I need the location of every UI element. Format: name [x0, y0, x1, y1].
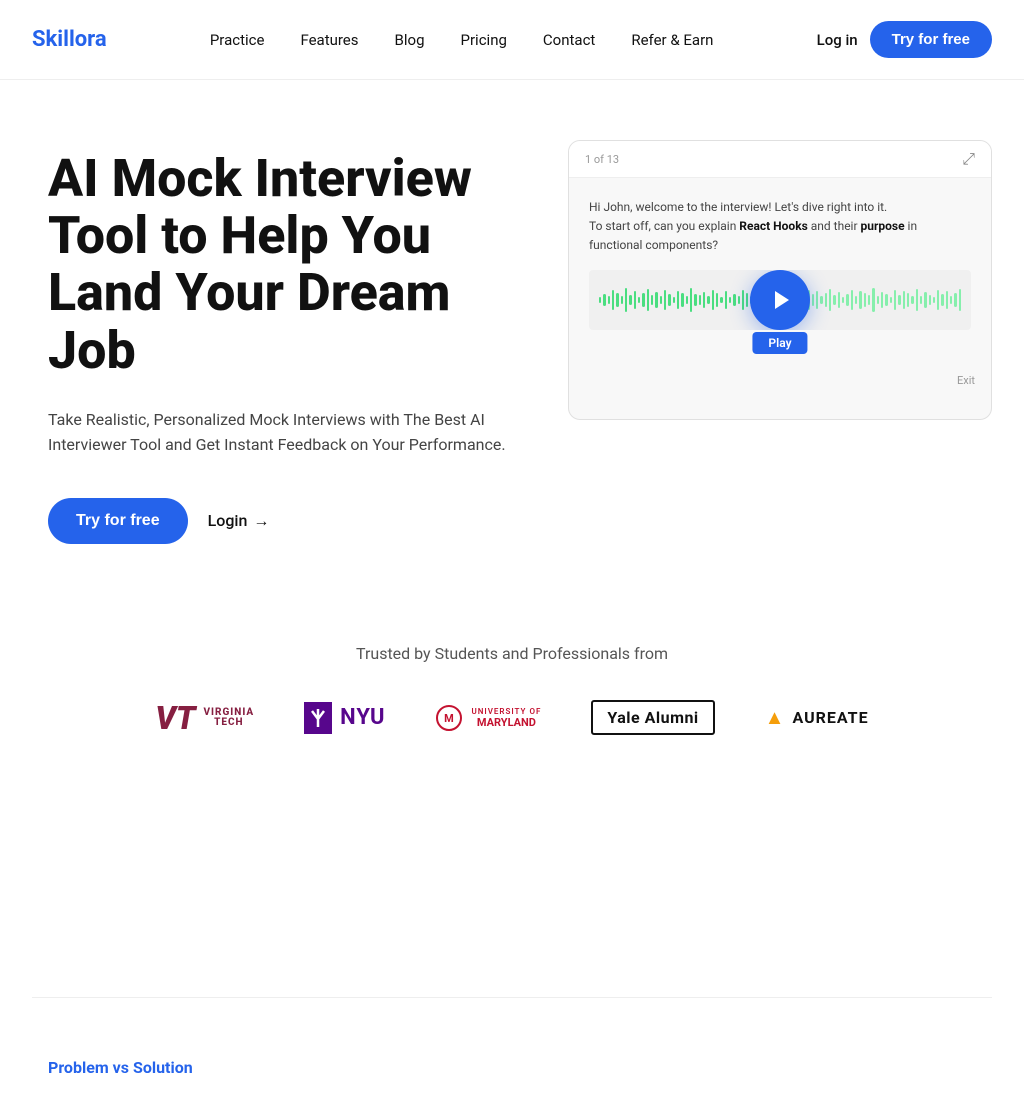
hero-left: AI Mock Interview Tool to Help You Land … [48, 140, 528, 544]
nyu-icon [304, 702, 332, 734]
trusted-section: Trusted by Students and Professionals fr… [0, 584, 1024, 777]
arrow-icon: → [253, 511, 269, 531]
nav-links: Practice Features Blog Pricing Contact R… [210, 31, 714, 49]
svg-text:M: M [445, 712, 455, 725]
trusted-text: Trusted by Students and Professionals fr… [32, 644, 992, 663]
hero-login-link[interactable]: Login → [208, 511, 270, 531]
expand-icon[interactable]: ⤢ [962, 149, 975, 169]
video-top-bar: 1 of 13 ⤢ [569, 141, 991, 178]
nav-link-pricing[interactable]: Pricing [461, 31, 507, 49]
video-counter: 1 of 13 [585, 153, 619, 166]
logo-yale: Yale Alumni [591, 700, 714, 735]
hero-subtitle: Take Realistic, Personalized Mock Interv… [48, 407, 528, 458]
logo-virginia-tech: VT VIRGINIA TECH [155, 699, 254, 737]
video-bottom: Exit [569, 366, 991, 395]
vt-text: VIRGINIA TECH [203, 708, 254, 728]
umd-text: UNIVERSITY OF MARYLAND [471, 707, 541, 729]
yale-text: Yale Alumni [607, 708, 698, 727]
exit-button[interactable]: Exit [957, 374, 975, 387]
video-content: Hi John, welcome to the interview! Let's… [569, 178, 991, 366]
problem-section: Problem vs Solution [0, 998, 1024, 1097]
umd-icon: M [435, 704, 463, 732]
nav-link-refer[interactable]: Refer & Earn [631, 31, 713, 49]
logo-aureate: ▲ Aureate [765, 705, 869, 730]
nav-link-contact[interactable]: Contact [543, 31, 595, 49]
hero-right: 1 of 13 ⤢ Hi John, welcome to the interv… [568, 140, 992, 420]
nav-link-blog[interactable]: Blog [395, 31, 425, 49]
nav-cta-button[interactable]: Try for free [870, 21, 992, 58]
logo-nyu: NYU [304, 702, 385, 734]
logo-umd: M UNIVERSITY OF MARYLAND [435, 704, 541, 732]
play-button[interactable] [750, 270, 810, 330]
aureate-icon: ▲ [765, 705, 785, 730]
hero-cta-button[interactable]: Try for free [48, 498, 188, 544]
hero-section: AI Mock Interview Tool to Help You Land … [0, 80, 1024, 584]
video-panel: 1 of 13 ⤢ Hi John, welcome to the interv… [568, 140, 992, 420]
logos-row: VT VIRGINIA TECH NYU M [32, 699, 992, 737]
navbar: Skillora Practice Features Blog Pricing … [0, 0, 1024, 80]
nyu-text: NYU [340, 705, 385, 730]
nav-link-practice[interactable]: Practice [210, 31, 265, 49]
nav-login-button[interactable]: Log in [817, 31, 858, 49]
brand-logo[interactable]: Skillora [32, 27, 107, 52]
hero-title: AI Mock Interview Tool to Help You Land … [48, 150, 528, 379]
spacer [0, 777, 1024, 997]
video-chat-text: Hi John, welcome to the interview! Let's… [589, 198, 971, 256]
play-label[interactable]: Play [752, 332, 807, 354]
problem-label: Problem vs Solution [48, 1058, 193, 1077]
vt-icon: VT [155, 699, 195, 737]
waveform-area [589, 270, 971, 330]
nav-link-features[interactable]: Features [300, 31, 358, 49]
nav-actions: Log in Try for free [817, 21, 992, 58]
aureate-text: Aureate [792, 708, 868, 727]
hero-actions: Try for free Login → [48, 498, 528, 544]
